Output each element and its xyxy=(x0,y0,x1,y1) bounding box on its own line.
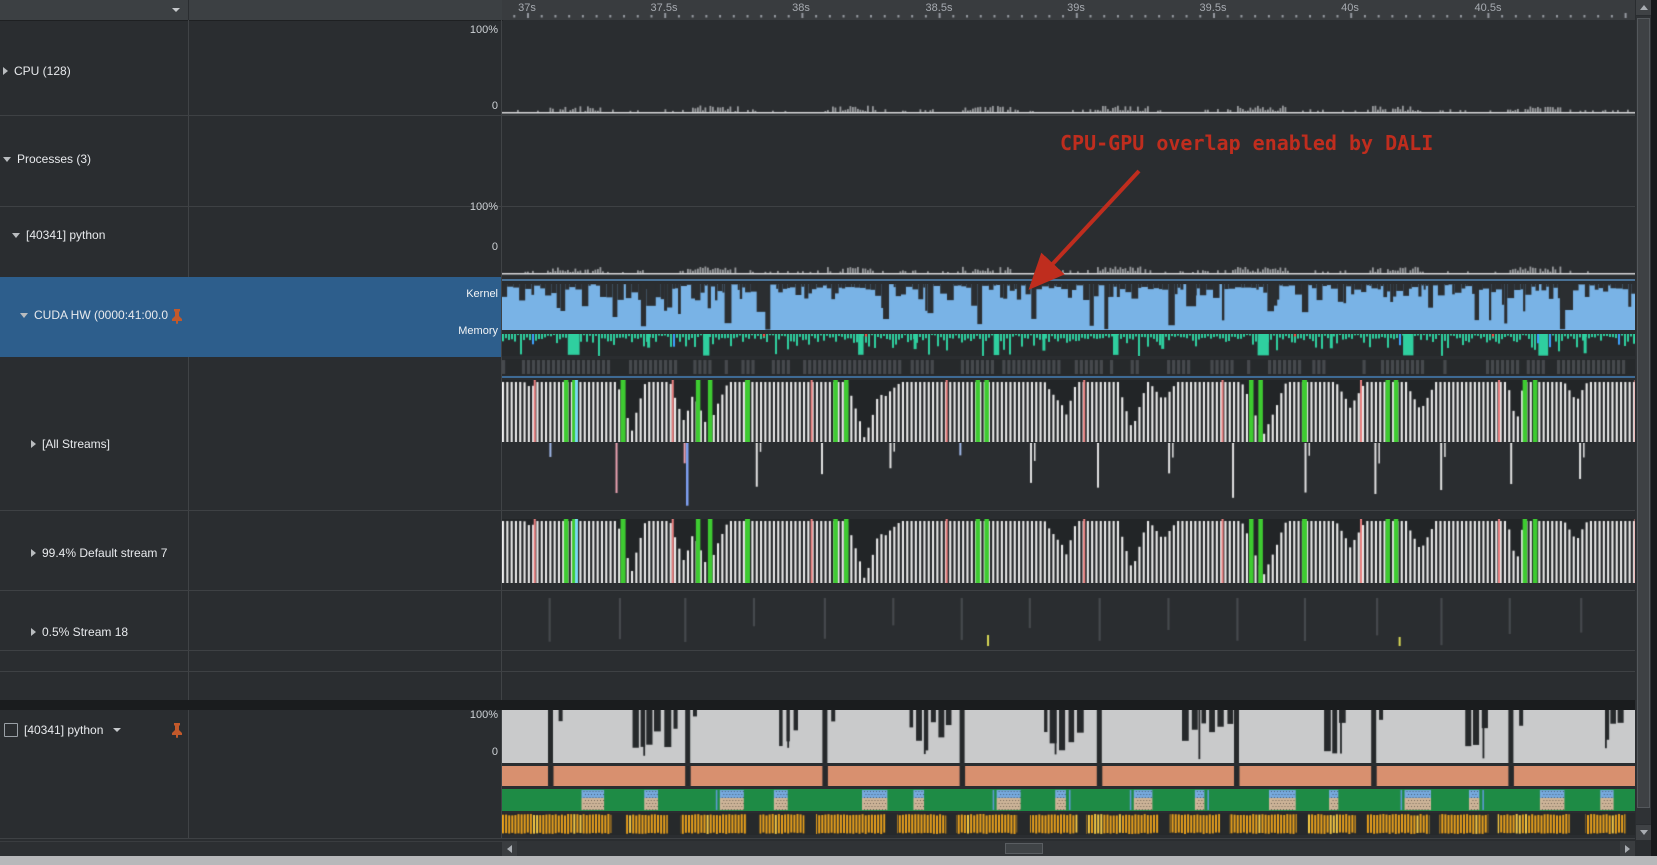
memory-row-label: Memory xyxy=(408,325,498,337)
expand-expanded-icon[interactable] xyxy=(12,233,20,238)
rows-header xyxy=(0,0,188,21)
chart-header-spacer xyxy=(188,0,503,21)
vscroll-thumb[interactable] xyxy=(1637,18,1650,808)
ruler-tick-label: 37.5s xyxy=(651,2,678,14)
hscroll-track[interactable] xyxy=(502,841,1635,856)
pin-icon[interactable] xyxy=(171,723,183,738)
expand-collapsed-icon[interactable] xyxy=(31,440,36,448)
kernel-usage-chart[interactable] xyxy=(502,284,1635,330)
ruler-tick-label: 38s xyxy=(792,2,810,14)
ruler-tick-label: 40.5s xyxy=(1475,2,1502,14)
sidebar-row-python-pinned[interactable]: [40341] python xyxy=(0,710,501,838)
default-stream-kernels-chart[interactable] xyxy=(502,519,1635,583)
expand-expanded-icon[interactable] xyxy=(20,313,28,318)
hscroll-left-button[interactable] xyxy=(502,841,517,856)
cpu-scale-min: 0 xyxy=(408,100,498,112)
ruler-tick-label: 39s xyxy=(1067,2,1085,14)
ruler-tick-label: 40s xyxy=(1341,2,1359,14)
memory-extra-chart[interactable] xyxy=(502,359,1635,375)
selection-bottom-border xyxy=(502,376,1635,378)
annotation-text: CPU-GPU overlap enabled by DALI xyxy=(1060,131,1433,155)
python-scale-min: 0 xyxy=(408,241,498,253)
all-streams-kernels-chart[interactable] xyxy=(502,380,1635,442)
ruler-tick-label: 39.5s xyxy=(1200,2,1227,14)
pinned-scale-max: 100% xyxy=(408,709,498,721)
pinned-scale-min: 0 xyxy=(408,746,498,758)
bottom-cpu-usage-chart[interactable] xyxy=(502,710,1635,763)
scroll-left-icon xyxy=(507,845,512,853)
row-filter-dropdown-caret-icon[interactable] xyxy=(172,8,180,12)
expand-collapsed-icon[interactable] xyxy=(31,628,36,636)
vscroll-down-button[interactable] xyxy=(1636,825,1651,840)
row-label-cuda-hw: CUDA HW (0000:41:00.0 xyxy=(34,308,168,322)
timeline-ruler[interactable]: 37s 37.5s 38s 38.5s 39s 39.5s 40s 40.5s xyxy=(502,0,1635,20)
ruler-tick-label: 37s xyxy=(518,2,536,14)
scroll-down-icon xyxy=(1640,830,1648,835)
hscroll-thumb[interactable] xyxy=(1005,843,1043,854)
stream18-sparse-chart[interactable] xyxy=(502,592,1635,649)
row-divider xyxy=(0,650,1635,651)
selection-top-border xyxy=(502,279,1635,281)
thread-state-band-chart[interactable] xyxy=(502,789,1635,811)
all-streams-sparse-chart[interactable] xyxy=(502,443,1635,509)
scroll-up-icon xyxy=(1640,5,1648,10)
scroll-right-icon xyxy=(1625,845,1630,853)
thread-running-band-chart[interactable] xyxy=(502,766,1635,786)
row-label-python-process: [40341] python xyxy=(26,228,105,242)
os-runtime-band-chart[interactable] xyxy=(502,813,1635,835)
sidebar-row-processes[interactable]: Processes (3) xyxy=(0,116,501,206)
expand-collapsed-icon[interactable] xyxy=(3,67,8,75)
row-divider xyxy=(0,838,1635,839)
row-label-default-stream: 99.4% Default stream 7 xyxy=(42,546,167,560)
nsight-systems-timeline-view: 37s 37.5s 38s 38.5s 39s 39.5s 40s 40.5s CPU (12… xyxy=(0,0,1657,865)
row-divider xyxy=(0,671,1635,672)
memory-usage-chart[interactable] xyxy=(502,334,1635,356)
row-label-cpu: CPU (128) xyxy=(14,64,71,78)
hscroll-right-button[interactable] xyxy=(1620,841,1635,856)
row-label-stream-18: 0.5% Stream 18 xyxy=(42,625,128,639)
python-activity-chart[interactable] xyxy=(502,206,1635,276)
sidebar-row-default-stream[interactable]: 99.4% Default stream 7 xyxy=(0,510,501,590)
vscroll-up-button[interactable] xyxy=(1636,0,1651,15)
ruler-tick-label: 38.5s xyxy=(926,2,953,14)
row-label-all-streams: [All Streams] xyxy=(42,437,110,451)
kernel-row-label: Kernel xyxy=(408,288,498,300)
pin-icon[interactable] xyxy=(171,309,183,324)
sidebar-row-stream-18[interactable]: 0.5% Stream 18 xyxy=(0,590,501,650)
sidebar-row-all-streams[interactable]: [All Streams] xyxy=(0,357,501,510)
right-gutter xyxy=(1651,0,1657,856)
cpu-scale-max: 100% xyxy=(408,24,498,36)
row-label-processes: Processes (3) xyxy=(17,152,91,166)
hscroll-left-gutter xyxy=(0,841,502,857)
python-scale-max: 100% xyxy=(408,201,498,213)
row-dropdown-caret-icon[interactable] xyxy=(113,728,121,732)
row-label-python-pinned: [40341] python xyxy=(24,723,103,737)
cpu-activity-chart[interactable] xyxy=(502,20,1635,115)
row-checkbox[interactable] xyxy=(4,723,18,737)
pinned-section-separator xyxy=(0,700,1635,710)
bottom-status-strip xyxy=(0,856,1657,865)
expand-expanded-icon[interactable] xyxy=(3,157,11,162)
expand-collapsed-icon[interactable] xyxy=(31,549,36,557)
